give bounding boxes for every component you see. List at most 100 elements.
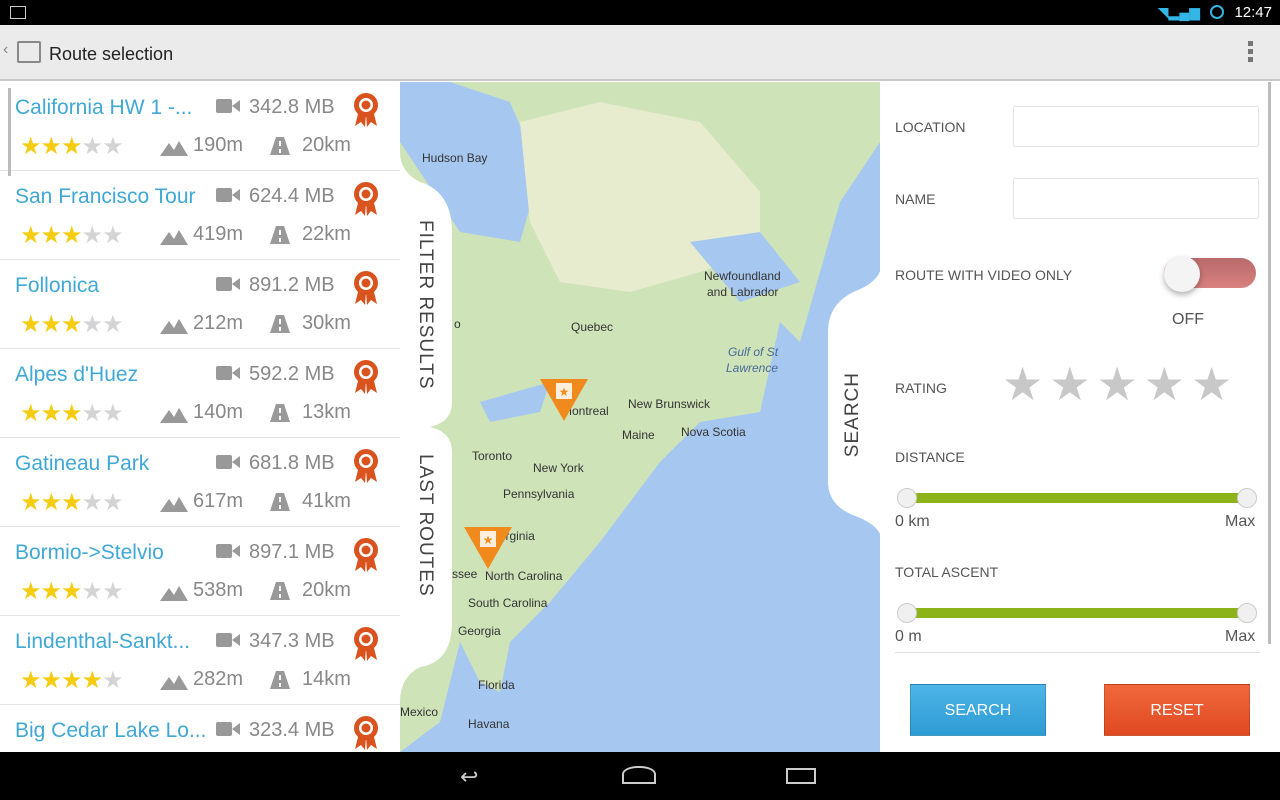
star-icon: ★ [61,667,82,694]
star-icon: ★ [61,578,82,605]
map-label: Florida [478,678,515,692]
distance-min-thumb[interactable] [897,488,917,508]
overflow-menu-icon[interactable] [1248,41,1254,65]
tab-search[interactable]: SEARCH [842,372,864,457]
route-list-item[interactable]: Lindenthal-Sankt... 347.3 MB ★★★★★ 282m … [0,616,400,705]
search-panel: LOCATION NAME ROUTE WITH VIDEO ONLY OFF … [880,82,1280,752]
star-icon: ★ [102,489,123,516]
road-icon [270,671,290,689]
star-icon: ★ [40,133,62,160]
route-name: Bormio->Stelvio [15,541,164,564]
panel-scrollbar[interactable] [1268,82,1271,644]
distance-label: DISTANCE [895,449,965,465]
ascent-min-thumb[interactable] [897,603,917,623]
route-list-item[interactable]: Bormio->Stelvio 897.1 MB ★★★★★ 538m 20km [0,527,400,616]
route-name: Alpes d'Huez [15,363,139,386]
star-icon: ★ [20,222,41,249]
route-rating: ★★★★★ [20,310,124,339]
divider [895,652,1260,653]
name-input[interactable] [1013,178,1259,219]
route-list-item[interactable]: Big Cedar Lake Lo... 323.4 MB ★★★★★ [0,705,400,752]
route-name: Big Cedar Lake Lo... [15,719,207,742]
star-icon: ★ [81,400,103,427]
tab-last-routes[interactable]: LAST ROUTES [414,454,436,597]
star-icon: ★ [40,400,62,427]
star-icon: ★ [102,222,123,249]
distance-min: 0 km [895,513,930,530]
route-size: 347.3 MB [249,630,335,652]
sync-icon [1210,5,1224,19]
route-list-item[interactable]: California HW 1 -... 342.8 MB ★★★★★ 190m… [0,82,400,171]
back-chevron-icon[interactable]: ‹ [3,41,8,59]
video-only-label: ROUTE WITH VIDEO ONLY [895,267,1073,283]
map-label: Gulf of St [728,345,779,359]
star-icon: ★ [61,311,82,338]
star-icon: ★ [40,578,62,605]
mountain-icon [160,141,188,156]
route-list-item[interactable]: Alpes d'Huez 592.2 MB ★★★★★ 140m 13km [0,349,400,438]
home-icon[interactable] [622,766,656,784]
route-rating: ★★★★★ [20,132,124,161]
action-bar: ‹ Route selection [0,25,1280,81]
road-icon [270,493,290,511]
route-size: 681.8 MB [249,452,335,474]
route-rating: ★★★★★ [20,577,124,606]
route-ascent: 419m [193,223,244,245]
map-label: Maine [622,428,655,442]
star-icon: ★ [20,133,41,160]
search-button[interactable]: SEARCH [910,684,1046,736]
page-title: Route selection [49,44,174,64]
route-list: California HW 1 -... 342.8 MB ★★★★★ 190m… [0,82,400,752]
rating-stars[interactable]: ★★★★★ [1002,357,1238,411]
app-icon[interactable] [17,41,41,63]
wifi-signal-icon: ◥▂▄▆ [1157,4,1200,20]
tab-filter-results[interactable]: FILTER RESULTS [414,220,436,390]
road-icon [270,582,290,600]
map-label: Nova Scotia [681,425,746,439]
star-icon: ★ [20,400,41,427]
route-marker-icon[interactable]: ★ [538,377,590,425]
map-label: Lawrence [726,361,779,375]
distance-slider[interactable] [907,493,1247,503]
star-icon: ★ [102,667,123,694]
notification-image-icon [10,6,26,19]
star-icon: ★ [81,578,103,605]
map-label: Toronto [472,449,513,463]
route-rating: ★★★★★ [20,666,124,695]
video-camera-icon [216,277,240,291]
star-icon: ★ [40,222,62,249]
toggle-knob[interactable] [1164,256,1200,292]
route-ascent: 617m [193,490,244,512]
route-distance: 22km [302,223,351,245]
route-list-item[interactable]: Gatineau Park 681.8 MB ★★★★★ 617m 41km [0,438,400,527]
route-marker-icon[interactable]: ★ [462,525,514,573]
mountain-icon [160,586,188,601]
ascent-slider[interactable] [907,608,1247,618]
star-icon: ★ [81,311,103,338]
back-icon[interactable]: ↩ [460,764,478,790]
route-size: 342.8 MB [249,96,335,118]
star-icon: ★ [61,222,82,249]
route-distance: 20km [302,134,351,156]
ascent-max-thumb[interactable] [1237,603,1257,623]
reset-button[interactable]: RESET [1104,684,1250,736]
ascent-max: Max [1225,628,1256,645]
map-label: and Labrador [707,285,779,299]
star-icon: ★ [81,222,103,249]
star-icon: ★ [61,400,82,427]
route-list-item[interactable]: San Francisco Tour 624.4 MB ★★★★★ 419m 2… [0,171,400,260]
star-icon: ★ [20,578,41,605]
map[interactable]: Hudson Bay Newfoundland and Labrador Que… [400,82,880,752]
route-size: 624.4 MB [249,185,335,207]
route-list-item[interactable]: Follonica 891.2 MB ★★★★★ 212m 30km [0,260,400,349]
map-label: South Carolina [468,596,548,610]
route-ascent: 282m [193,668,244,690]
distance-max-thumb[interactable] [1237,488,1257,508]
map-label: Newfoundland [704,269,781,283]
recent-apps-icon[interactable] [786,768,816,784]
star-icon: ★ [40,667,62,694]
video-camera-icon [216,366,240,380]
award-ribbon-icon [354,93,378,127]
route-size: 323.4 MB [249,719,335,741]
location-input[interactable] [1013,106,1259,147]
